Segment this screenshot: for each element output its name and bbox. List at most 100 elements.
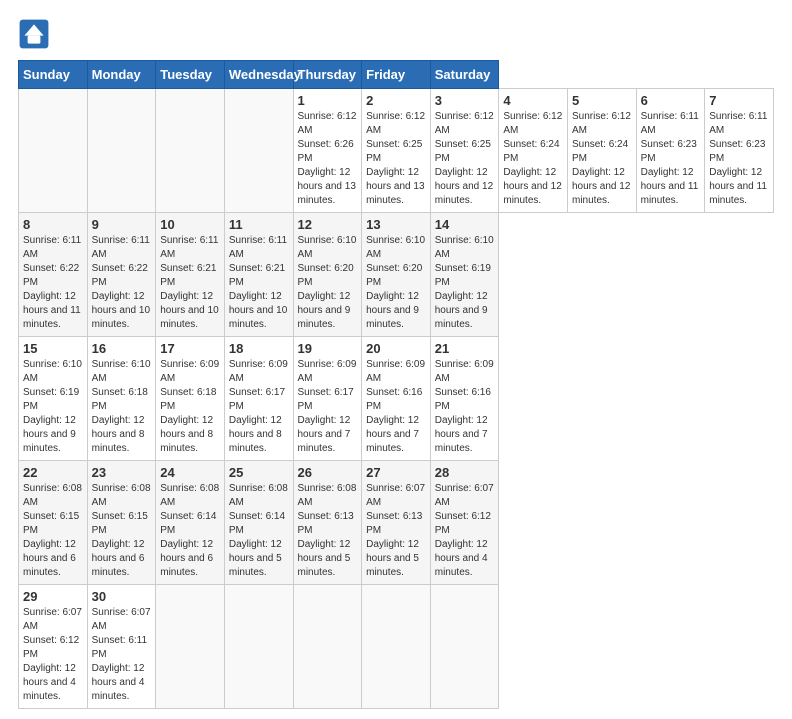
calendar-cell: 1Sunrise: 6:12 AMSunset: 6:26 PMDaylight… <box>293 89 362 213</box>
calendar-cell: 30 Sunrise: 6:07 AMSunset: 6:11 PMDayligh… <box>87 585 156 709</box>
day-info: Sunrise: 6:12 AMSunset: 6:25 PMDaylight:… <box>366 110 426 208</box>
day-number: 18 <box>229 341 289 356</box>
day-info: Sunrise: 6:11 AMSunset: 6:23 PMDaylight:… <box>641 110 701 208</box>
calendar-cell: 10 Sunrise: 6:11 AMSunset: 6:21 PMDayligh… <box>156 213 225 337</box>
day-info: Sunrise: 6:11 AMSunset: 6:22 PMDaylight:… <box>23 234 83 332</box>
day-number: 30 <box>92 589 152 604</box>
day-info: Sunrise: 6:11 AMSunset: 6:22 PMDaylight:… <box>92 234 152 332</box>
calendar-cell <box>156 89 225 213</box>
calendar-cell: 24 Sunrise: 6:08 AMSunset: 6:14 PMDayligh… <box>156 461 225 585</box>
calendar-cell: 13 Sunrise: 6:10 AMSunset: 6:20 PMDayligh… <box>362 213 431 337</box>
calendar-cell: 12Sunrise: 6:10 AMSunset: 6:20 PMDayligh… <box>293 213 362 337</box>
day-info: Sunrise: 6:08 AMSunset: 6:15 PMDaylight:… <box>92 482 152 580</box>
day-number: 6 <box>641 93 701 108</box>
calendar-cell: 22Sunrise: 6:08 AMSunset: 6:15 PMDayligh… <box>19 461 88 585</box>
calendar-cell: 16Sunrise: 6:10 AMSunset: 6:18 PMDayligh… <box>87 337 156 461</box>
calendar-cell: 26 Sunrise: 6:08 AMSunset: 6:13 PMDayligh… <box>293 461 362 585</box>
day-info: Sunrise: 6:12 AMSunset: 6:24 PMDaylight:… <box>503 110 563 208</box>
day-info: Sunrise: 6:12 AMSunset: 6:25 PMDaylight:… <box>435 110 495 208</box>
day-number: 11 <box>229 217 289 232</box>
calendar-page: SundayMondayTuesdayWednesdayThursdayFrid… <box>0 0 792 719</box>
day-number: 24 <box>160 465 220 480</box>
col-header-sunday: Sunday <box>19 61 88 89</box>
header <box>18 18 774 50</box>
day-info: Sunrise: 6:08 AMSunset: 6:14 PMDaylight:… <box>160 482 220 580</box>
day-info: Sunrise: 6:08 AMSunset: 6:15 PMDaylight:… <box>23 482 83 580</box>
day-info: Sunrise: 6:09 AMSunset: 6:18 PMDaylight:… <box>160 358 220 456</box>
col-header-thursday: Thursday <box>293 61 362 89</box>
col-header-saturday: Saturday <box>430 61 499 89</box>
day-info: Sunrise: 6:08 AMSunset: 6:13 PMDaylight:… <box>298 482 358 580</box>
calendar-cell <box>87 89 156 213</box>
calendar-cell <box>224 89 293 213</box>
day-info: Sunrise: 6:10 AMSunset: 6:18 PMDaylight:… <box>92 358 152 456</box>
logo-icon <box>18 18 50 50</box>
calendar-cell: 7Sunrise: 6:11 AMSunset: 6:23 PMDaylight… <box>705 89 774 213</box>
day-number: 29 <box>23 589 83 604</box>
calendar-cell <box>19 89 88 213</box>
calendar-cell: 9 Sunrise: 6:11 AMSunset: 6:22 PMDaylight… <box>87 213 156 337</box>
day-number: 19 <box>298 341 358 356</box>
calendar-cell: 2 Sunrise: 6:12 AMSunset: 6:25 PMDaylight… <box>362 89 431 213</box>
week-row-3: 15 Sunrise: 6:10 AMSunset: 6:19 PMDayligh… <box>19 337 774 461</box>
calendar-cell: 29 Sunrise: 6:07 AMSunset: 6:12 PMDayligh… <box>19 585 88 709</box>
day-info: Sunrise: 6:10 AMSunset: 6:20 PMDaylight:… <box>366 234 426 332</box>
day-info: Sunrise: 6:10 AMSunset: 6:19 PMDaylight:… <box>23 358 83 456</box>
day-number: 25 <box>229 465 289 480</box>
day-info: Sunrise: 6:07 AMSunset: 6:13 PMDaylight:… <box>366 482 426 580</box>
day-number: 26 <box>298 465 358 480</box>
header-row: SundayMondayTuesdayWednesdayThursdayFrid… <box>19 61 774 89</box>
calendar-cell: 3Sunrise: 6:12 AMSunset: 6:25 PMDaylight… <box>430 89 499 213</box>
calendar-cell: 19 Sunrise: 6:09 AMSunset: 6:17 PMDayligh… <box>293 337 362 461</box>
day-number: 20 <box>366 341 426 356</box>
day-number: 10 <box>160 217 220 232</box>
calendar-cell: 4Sunrise: 6:12 AMSunset: 6:24 PMDaylight… <box>499 89 568 213</box>
calendar-cell: 17 Sunrise: 6:09 AMSunset: 6:18 PMDayligh… <box>156 337 225 461</box>
day-number: 17 <box>160 341 220 356</box>
calendar-cell: 21 Sunrise: 6:09 AMSunset: 6:16 PMDayligh… <box>430 337 499 461</box>
day-number: 8 <box>23 217 83 232</box>
calendar-cell: 28Sunrise: 6:07 AMSunset: 6:12 PMDayligh… <box>430 461 499 585</box>
day-number: 12 <box>298 217 358 232</box>
calendar-cell <box>293 585 362 709</box>
calendar-cell <box>224 585 293 709</box>
day-info: Sunrise: 6:07 AMSunset: 6:12 PMDaylight:… <box>435 482 495 580</box>
col-header-tuesday: Tuesday <box>156 61 225 89</box>
calendar-cell <box>156 585 225 709</box>
day-info: Sunrise: 6:10 AMSunset: 6:19 PMDaylight:… <box>435 234 495 332</box>
calendar-cell <box>362 585 431 709</box>
calendar-cell: 23Sunrise: 6:08 AMSunset: 6:15 PMDayligh… <box>87 461 156 585</box>
col-header-friday: Friday <box>362 61 431 89</box>
week-row-2: 8 Sunrise: 6:11 AMSunset: 6:22 PMDaylight… <box>19 213 774 337</box>
calendar-cell: 15 Sunrise: 6:10 AMSunset: 6:19 PMDayligh… <box>19 337 88 461</box>
day-number: 9 <box>92 217 152 232</box>
calendar-cell: 6 Sunrise: 6:11 AMSunset: 6:23 PMDaylight… <box>636 89 705 213</box>
day-info: Sunrise: 6:09 AMSunset: 6:16 PMDaylight:… <box>366 358 426 456</box>
day-info: Sunrise: 6:09 AMSunset: 6:17 PMDaylight:… <box>229 358 289 456</box>
day-number: 2 <box>366 93 426 108</box>
calendar-cell: 5Sunrise: 6:12 AMSunset: 6:24 PMDaylight… <box>568 89 637 213</box>
day-number: 21 <box>435 341 495 356</box>
logo <box>18 18 52 50</box>
week-row-4: 22Sunrise: 6:08 AMSunset: 6:15 PMDayligh… <box>19 461 774 585</box>
calendar-cell: 25 Sunrise: 6:08 AMSunset: 6:14 PMDayligh… <box>224 461 293 585</box>
day-info: Sunrise: 6:07 AMSunset: 6:11 PMDaylight:… <box>92 606 152 704</box>
day-info: Sunrise: 6:11 AMSunset: 6:21 PMDaylight:… <box>160 234 220 332</box>
calendar-cell: 27Sunrise: 6:07 AMSunset: 6:13 PMDayligh… <box>362 461 431 585</box>
day-info: Sunrise: 6:11 AMSunset: 6:21 PMDaylight:… <box>229 234 289 332</box>
day-info: Sunrise: 6:09 AMSunset: 6:17 PMDaylight:… <box>298 358 358 456</box>
day-info: Sunrise: 6:08 AMSunset: 6:14 PMDaylight:… <box>229 482 289 580</box>
calendar-cell: 18 Sunrise: 6:09 AMSunset: 6:17 PMDayligh… <box>224 337 293 461</box>
col-header-monday: Monday <box>87 61 156 89</box>
day-number: 5 <box>572 93 632 108</box>
week-row-5: 29 Sunrise: 6:07 AMSunset: 6:12 PMDayligh… <box>19 585 774 709</box>
day-info: Sunrise: 6:07 AMSunset: 6:12 PMDaylight:… <box>23 606 83 704</box>
day-info: Sunrise: 6:11 AMSunset: 6:23 PMDaylight:… <box>709 110 769 208</box>
day-number: 1 <box>298 93 358 108</box>
col-header-wednesday: Wednesday <box>224 61 293 89</box>
day-number: 13 <box>366 217 426 232</box>
day-number: 15 <box>23 341 83 356</box>
calendar-cell: 8 Sunrise: 6:11 AMSunset: 6:22 PMDaylight… <box>19 213 88 337</box>
day-info: Sunrise: 6:09 AMSunset: 6:16 PMDaylight:… <box>435 358 495 456</box>
day-number: 14 <box>435 217 495 232</box>
